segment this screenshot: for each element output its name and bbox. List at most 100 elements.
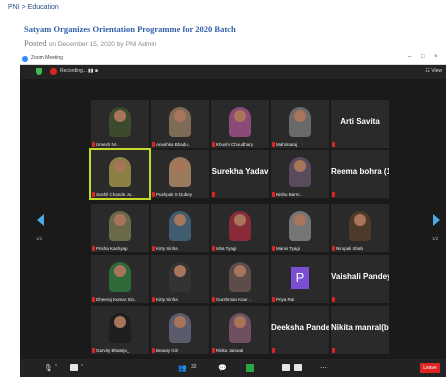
- leave-meeting-button[interactable]: Leave: [420, 363, 440, 373]
- participant-video: [289, 211, 311, 241]
- participant-tile[interactable]: Mahimaraj: [271, 100, 329, 148]
- muted-mic-icon: [92, 246, 95, 251]
- participant-name-label: Beauty Giri: [156, 348, 179, 353]
- participant-avatar: P: [291, 267, 309, 289]
- participant-tile[interactable]: Nishu Barm..: [271, 150, 329, 198]
- participant-video: [109, 157, 131, 187]
- muted-mic-icon: [152, 348, 155, 353]
- mic-options-chevron-icon[interactable]: ⌃: [54, 364, 58, 370]
- participant-tile[interactable]: P Priya Rai: [271, 255, 329, 303]
- participant-tile[interactable]: Nirupali Shah: [331, 204, 389, 252]
- participant-tile[interactable]: Gurshman Kaur ..: [211, 255, 269, 303]
- chat-icon[interactable]: 💬: [218, 364, 227, 372]
- muted-mic-icon: [332, 297, 335, 302]
- close-icon[interactable]: ×: [434, 54, 438, 60]
- muted-mic-icon: [272, 246, 275, 251]
- participant-name-label: Mansi Tyagi: [276, 246, 300, 251]
- participant-name-label: Dheeraj Kumar Sin..: [96, 297, 137, 302]
- participant-tile[interactable]: Sushil Chande Jo..: [89, 148, 151, 200]
- muted-mic-icon: [152, 246, 155, 251]
- participant-tile[interactable]: Surekha Yadav: [211, 150, 269, 198]
- participant-display-name: Deeksha Pandey: [271, 323, 329, 332]
- participant-video: [289, 107, 311, 137]
- participant-tile[interactable]: Beauty Giri: [151, 306, 209, 354]
- participant-display-name: Reema bohra (1...: [331, 167, 389, 176]
- participant-name-label: Mahimaraj: [276, 142, 298, 147]
- participant-video: [109, 107, 131, 137]
- more-icon[interactable]: ⋯: [320, 364, 327, 372]
- participant-tile[interactable]: Mansi Tyagi: [271, 204, 329, 252]
- participant-tile[interactable]: Kirty Sinha: [151, 255, 209, 303]
- participant-video: [229, 211, 251, 241]
- participants-icon[interactable]: 👥: [178, 364, 187, 372]
- participant-name-label: Sushil Chande Jo..: [96, 192, 134, 197]
- breadcrumb[interactable]: PNI > Education: [8, 4, 59, 11]
- view-button[interactable]: ☷ View: [425, 68, 442, 74]
- participant-tile[interactable]: Khushi Choudhary: [211, 100, 269, 148]
- muted-mic-icon: [332, 142, 335, 147]
- participant-display-name: Surekha Yadav: [211, 167, 269, 176]
- participant-tile[interactable]: Nikita manral(b...: [331, 306, 389, 354]
- participant-tile[interactable]: Vaishali Pandey: [331, 255, 389, 303]
- muted-mic-icon: [152, 192, 155, 197]
- zoom-bottom-toolbar: 🎙 ⌃ ⌃ 👥 32 💬 ⋯ Leave: [20, 359, 446, 377]
- participant-video: [229, 107, 251, 137]
- next-page-icon[interactable]: [433, 214, 440, 226]
- participant-tile[interactable]: Prisha Kashyap: [91, 204, 149, 252]
- participant-name-label: Nishu Barm..: [276, 192, 303, 197]
- participant-name-label: Khushi Choudhary: [216, 142, 254, 147]
- muted-mic-icon: [212, 246, 215, 251]
- participant-video: [229, 313, 251, 343]
- participant-name-label: Isha Tyagi: [216, 246, 237, 251]
- recording-icon: [50, 68, 57, 75]
- participant-tile[interactable]: Deeksha Pandey: [271, 306, 329, 354]
- article-title[interactable]: Satyam Organizes Orientation Programme f…: [24, 24, 236, 34]
- maximize-icon[interactable]: □: [421, 54, 425, 60]
- participant-tile[interactable]: Dheeraj Kumar Sin..: [91, 255, 149, 303]
- participant-name-label: Priya Rai: [276, 297, 295, 302]
- minimize-icon[interactable]: –: [408, 54, 411, 60]
- share-screen-icon[interactable]: [246, 364, 254, 372]
- participant-tile[interactable]: Reema bohra (1...: [331, 150, 389, 198]
- muted-mic-icon: [152, 297, 155, 302]
- participant-name-label: Pushpak S Dubey: [156, 192, 193, 197]
- muted-mic-icon: [212, 192, 215, 197]
- zoom-logo-icon: [22, 56, 28, 62]
- record-icon[interactable]: [282, 364, 290, 371]
- participant-tile[interactable]: Isha Tyagi: [211, 204, 269, 252]
- participant-name-label: Gurshman Kaur ..: [216, 297, 252, 302]
- participant-tile[interactable]: Garvity Bhateja_: [91, 306, 149, 354]
- participant-video: [169, 262, 191, 292]
- page-indicator-left: 1/2: [36, 236, 43, 241]
- participant-tile[interactable]: Ritika Jaiswal: [211, 306, 269, 354]
- muted-mic-icon: [332, 246, 335, 251]
- muted-mic-icon: [272, 297, 275, 302]
- participant-name-label: Umesh Nr..: [96, 142, 119, 147]
- recording-controls[interactable]: ▮▮ ■: [88, 68, 98, 74]
- participant-name-label: Nirupali Shah: [336, 246, 364, 251]
- participant-video: [109, 262, 131, 292]
- zoom-screenshot: Zoom Meeting – □ × Recording... ▮▮ ■ ☷ V…: [20, 54, 446, 377]
- posted-label: Posted: [24, 38, 47, 48]
- muted-mic-icon: [332, 348, 335, 353]
- participant-name-label: Garvity Bhateja_: [96, 348, 130, 353]
- participant-tile[interactable]: Kirty Sinha: [151, 204, 209, 252]
- participant-tile[interactable]: Anushka Bhadu..: [151, 100, 209, 148]
- page-indicator-right: 1/2: [432, 236, 439, 241]
- muted-mic-icon: [212, 348, 215, 353]
- mute-mic-icon[interactable]: 🎙: [44, 364, 53, 372]
- video-camera-icon[interactable]: [70, 364, 78, 371]
- zoom-top-toolbar: Recording... ▮▮ ■ ☷ View: [20, 65, 446, 79]
- reactions-icon[interactable]: [294, 364, 302, 371]
- participant-tile[interactable]: Umesh Nr..: [91, 100, 149, 148]
- author-link[interactable]: PNI Admin: [126, 41, 157, 48]
- prev-page-icon[interactable]: [37, 214, 44, 226]
- security-shield-icon[interactable]: [36, 68, 42, 75]
- participant-tile[interactable]: Arti Savita: [331, 100, 389, 148]
- participant-video: [109, 313, 131, 343]
- muted-mic-icon: [272, 142, 275, 147]
- participant-name-label: Anushka Bhadu..: [156, 142, 191, 147]
- video-options-chevron-icon[interactable]: ⌃: [80, 364, 84, 370]
- muted-mic-icon: [212, 297, 215, 302]
- participant-tile[interactable]: Pushpak S Dubey: [151, 150, 209, 198]
